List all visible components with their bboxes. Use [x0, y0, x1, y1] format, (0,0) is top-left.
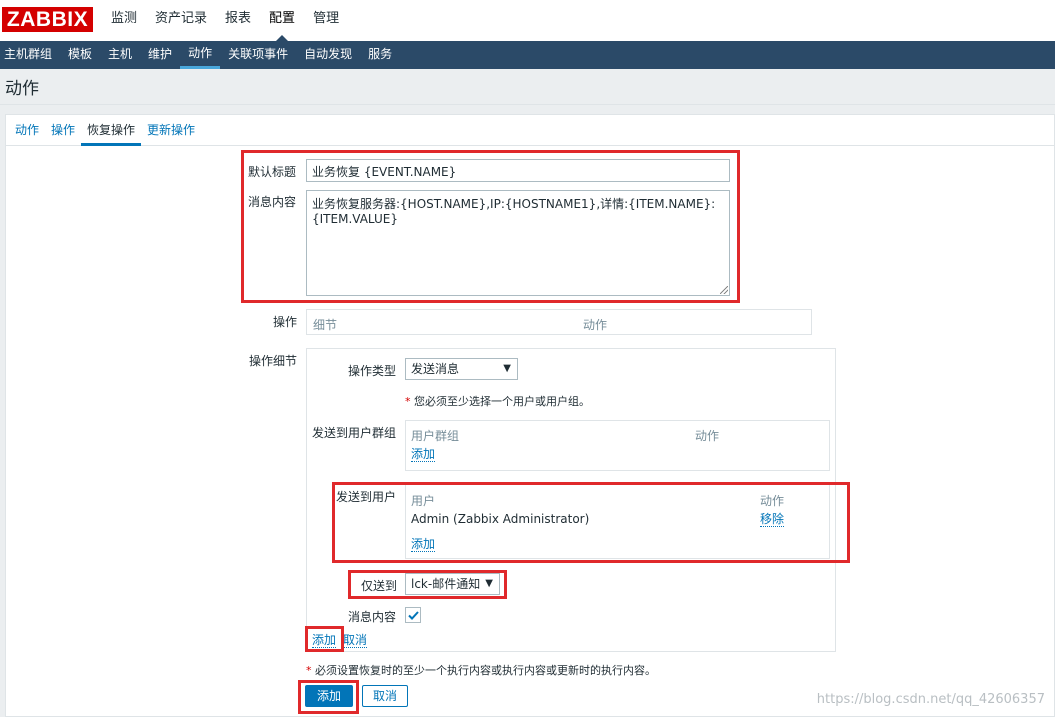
- bottom-note: * 必须设置恢复时的至少一个执行内容或执行内容或更新时的执行内容。: [306, 664, 656, 677]
- submenu-hosts[interactable]: 主机: [100, 41, 140, 69]
- users-table: 用户 动作 Admin (Zabbix Administrator) 移除 添加: [405, 484, 830, 559]
- operation-type-select[interactable]: 发送消息 ▼: [405, 358, 518, 380]
- must-select-note: * 您必须至少选择一个用户或用户组。: [405, 395, 590, 408]
- operations-col-action: 动作: [583, 318, 608, 332]
- send-only-to-label: 仅送到: [361, 579, 398, 593]
- page-title: 动作: [5, 79, 39, 99]
- watermark: https://blog.csdn.net/qq_42606357: [816, 692, 1045, 707]
- menu-configuration[interactable]: 配置: [260, 0, 304, 41]
- user-remove-link[interactable]: 移除: [760, 512, 785, 527]
- resize-grip-icon[interactable]: [720, 286, 728, 294]
- groups-col-group: 用户群组: [411, 429, 460, 443]
- submenu-correlation[interactable]: 关联项事件: [220, 41, 296, 69]
- page-header: 动作: [0, 69, 1055, 105]
- user-row-name: Admin (Zabbix Administrator): [411, 512, 590, 526]
- default-subject-input[interactable]: 业务恢复 {EVENT.NAME}: [306, 159, 730, 182]
- submenu-services[interactable]: 服务: [360, 41, 400, 69]
- add-button[interactable]: 添加: [305, 685, 353, 707]
- message-content-label: 消息内容: [348, 610, 397, 624]
- tab-operations[interactable]: 操作: [45, 115, 81, 145]
- tab-recovery-operations[interactable]: 恢复操作: [81, 115, 142, 146]
- dropdown-arrow-icon: ▼: [503, 363, 511, 374]
- dropdown-arrow-icon-2: ▼: [485, 578, 493, 589]
- tab-bar: 动作 操作 恢复操作 更新操作: [6, 115, 1054, 146]
- groups-col-action: 动作: [695, 429, 720, 443]
- message-content-checkbox[interactable]: [405, 607, 421, 623]
- submenu-host-groups[interactable]: 主机群组: [0, 41, 60, 69]
- users-add-link[interactable]: 添加: [411, 537, 436, 552]
- user-groups-table: 用户群组 动作 添加: [405, 420, 830, 471]
- operation-details-label: 操作细节: [249, 354, 298, 368]
- menu-reports[interactable]: 报表: [216, 0, 260, 41]
- users-col-user: 用户: [411, 494, 436, 508]
- message-label: 消息内容: [248, 195, 297, 209]
- sub-menu: 主机群组 模板 主机 维护 动作 关联项事件 自动发现 服务: [0, 41, 1055, 69]
- checkmark-icon: [408, 611, 419, 620]
- menu-inventory[interactable]: 资产记录: [146, 0, 216, 41]
- menu-monitoring[interactable]: 监测: [102, 0, 146, 41]
- submenu-discovery[interactable]: 自动发现: [296, 41, 360, 69]
- submenu-actions[interactable]: 动作: [180, 41, 221, 69]
- cancel-button[interactable]: 取消: [362, 685, 408, 707]
- tab-action[interactable]: 动作: [9, 115, 45, 145]
- default-subject-label: 默认标题: [248, 165, 297, 179]
- operation-type-label: 操作类型: [348, 364, 397, 378]
- operations-col-details: 细节: [313, 318, 338, 332]
- send-only-to-select[interactable]: lck-邮件通知 ▼: [405, 573, 500, 595]
- tab-update-operations[interactable]: 更新操作: [141, 115, 201, 145]
- users-col-action: 动作: [760, 494, 785, 508]
- detail-cancel-link[interactable]: 取消: [343, 633, 368, 648]
- operations-label: 操作: [273, 315, 298, 329]
- send-to-groups-label: 发送到用户群组: [312, 426, 397, 440]
- operation-type-value: 发送消息: [411, 362, 460, 376]
- main-menu: 监测 资产记录 报表 配置 管理: [102, 0, 348, 41]
- top-bar: ZABBIX 监测 资产记录 报表 配置 管理: [0, 0, 1055, 41]
- zabbix-logo[interactable]: ZABBIX: [2, 7, 93, 32]
- groups-add-link[interactable]: 添加: [411, 447, 436, 462]
- message-textarea[interactable]: 业务恢复服务器:{HOST.NAME},IP:{HOSTNAME1},详情:{I…: [306, 190, 730, 296]
- operations-table: 细节 动作: [306, 309, 812, 335]
- message-text: 业务恢复服务器:{HOST.NAME},IP:{HOSTNAME1},详情:{I…: [312, 197, 716, 226]
- bottom-note-text: 必须设置恢复时的至少一个执行内容或执行内容或更新时的执行内容。: [315, 664, 656, 677]
- send-only-to-value: lck-邮件通知: [411, 577, 481, 591]
- menu-administration[interactable]: 管理: [304, 0, 348, 41]
- must-select-note-text: 您必须至少选择一个用户或用户组。: [414, 395, 590, 408]
- send-to-users-label: 发送到用户: [336, 490, 397, 504]
- submenu-templates[interactable]: 模板: [60, 41, 100, 69]
- detail-add-link[interactable]: 添加: [312, 633, 337, 648]
- submenu-maintenance[interactable]: 维护: [140, 41, 180, 69]
